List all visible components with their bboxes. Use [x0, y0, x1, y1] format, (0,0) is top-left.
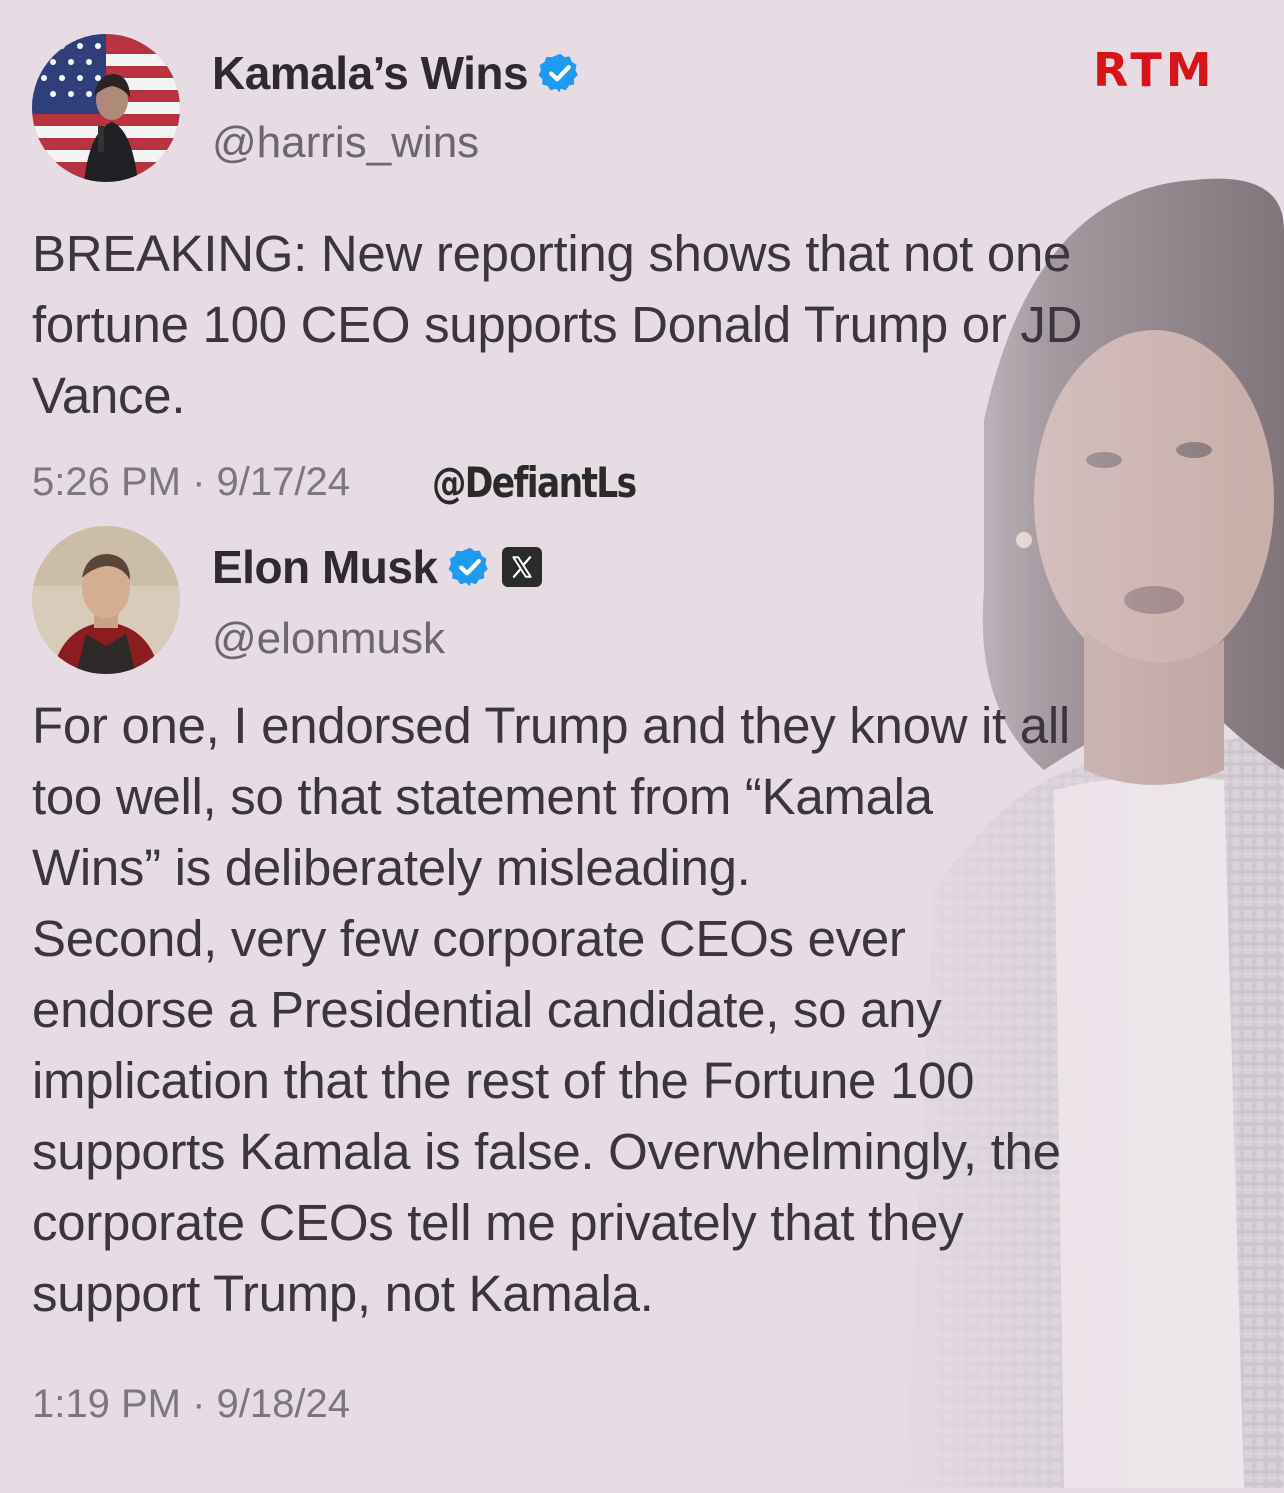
x-logo-icon[interactable]: [501, 547, 542, 587]
handle[interactable]: @elonmusk: [212, 614, 445, 664]
tweet-text: BREAKING: New reporting shows that not o…: [32, 225, 1083, 424]
display-name[interactable]: Kamala’s Wins: [212, 46, 529, 100]
svg-text:RTM: RTM: [1093, 46, 1216, 92]
avatar-elonmusk[interactable]: [32, 526, 180, 674]
verified-badge-icon: [538, 51, 582, 95]
author-row-1: Kamala’s Wins: [212, 46, 582, 100]
rtm-logo: RTM: [1093, 46, 1238, 92]
tweet-text: For one, I endorsed Trump and they know …: [32, 697, 1070, 1322]
tweet-timestamp[interactable]: 5:26 PM · 9/17/24: [32, 460, 350, 505]
tweet-card-2: Elon Musk @elonmusk For one, I endorsed …: [0, 510, 1284, 1488]
tweet-timestamp[interactable]: 1:19 PM · 9/18/24: [32, 1382, 350, 1427]
author-row-2: Elon Musk: [212, 540, 542, 594]
watermark-handle: @DefiantLs: [432, 458, 637, 507]
verified-badge-icon: [448, 545, 492, 589]
avatar-harris-wins[interactable]: [32, 34, 180, 182]
handle[interactable]: @harris_wins: [212, 118, 479, 168]
display-name[interactable]: Elon Musk: [212, 540, 438, 594]
tweet-card-1: Kamala’s Wins @harris_wins BREAKING: New…: [0, 0, 1284, 510]
